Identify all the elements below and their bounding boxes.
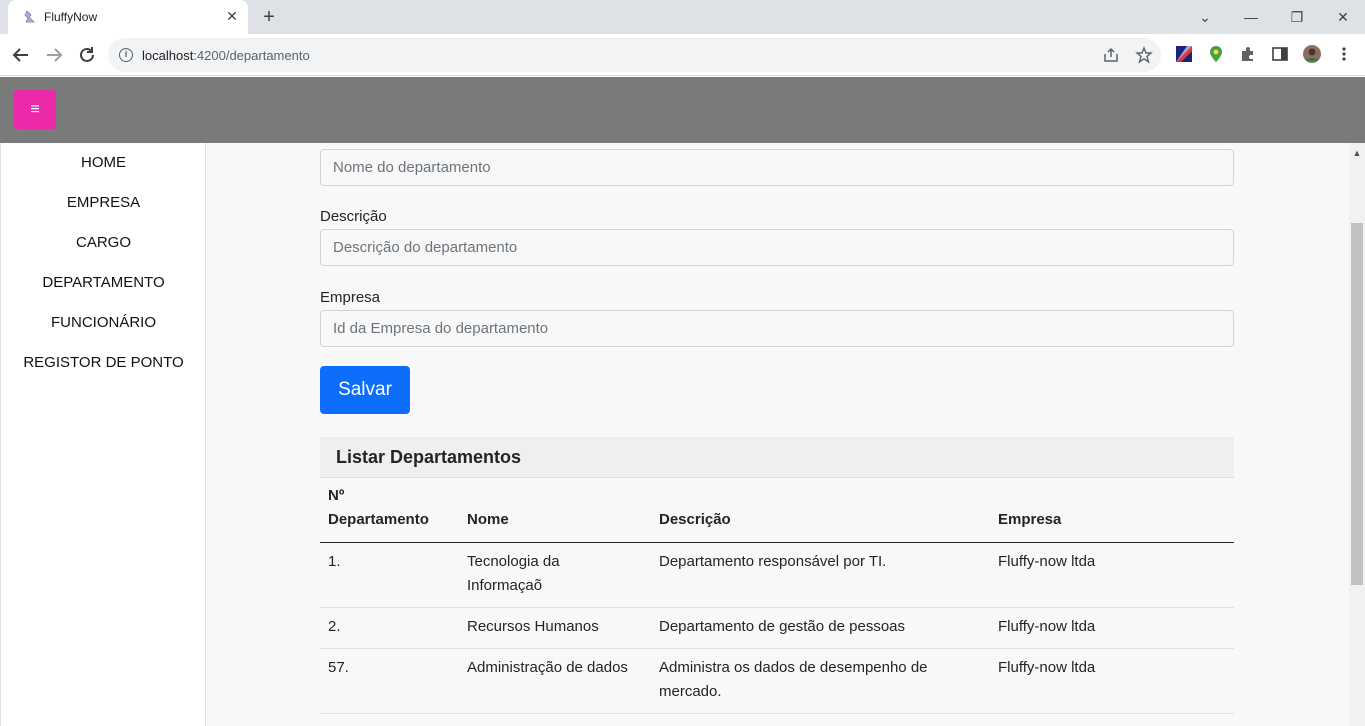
site-info-icon[interactable]: i	[119, 48, 133, 62]
table-head-divider	[320, 542, 1234, 543]
cell-numero: 57.	[328, 659, 349, 676]
back-arrow-icon[interactable]	[9, 43, 33, 67]
column-header-empresa[interactable]: Empresa	[998, 508, 1061, 532]
tab-close-icon[interactable]: ✕	[224, 8, 240, 24]
cell-numero: 2.	[328, 618, 341, 635]
cell-empresa: Fluffy-now ltda	[998, 553, 1096, 570]
cell-descricao: Departamento de gestão de pessoas	[659, 618, 905, 635]
browser-menu-kebab-icon[interactable]	[1335, 45, 1353, 63]
extensions-puzzle-icon[interactable]	[1239, 45, 1257, 63]
descricao-departamento-input[interactable]: Descrição do departamento	[320, 229, 1234, 266]
sidebar-item-departamento[interactable]: DEPARTAMENTO	[1, 274, 206, 291]
tab-title: FluffyNow	[44, 10, 98, 24]
restore-icon[interactable]: ❐	[1286, 6, 1308, 28]
scrollbar-thumb[interactable]	[1351, 223, 1363, 585]
share-icon[interactable]	[1102, 46, 1120, 64]
salvar-button[interactable]: Salvar	[320, 366, 410, 414]
new-tab-icon[interactable]: +	[258, 6, 280, 28]
column-header-numero[interactable]: Nº Departamento	[328, 484, 429, 532]
empresa-label: Empresa	[320, 289, 381, 306]
nome-departamento-input[interactable]: Nome do departamento	[320, 149, 1234, 186]
sidebar-item-cargo[interactable]: CARGO	[1, 234, 206, 251]
cell-numero: 1.	[328, 553, 341, 570]
profile-avatar-icon[interactable]	[1303, 45, 1321, 63]
page-scrollbar[interactable]: ▲	[1349, 143, 1365, 726]
sidebar-nav: HOME EMPRESA CARGO DEPARTAMENTO FUNCIONÁ…	[0, 143, 206, 726]
extension-location-pin-icon[interactable]	[1207, 45, 1225, 63]
main-content: Nome do departamento Descrição Descrição…	[206, 143, 1349, 726]
side-panel-icon[interactable]	[1271, 45, 1289, 63]
bookmark-star-icon[interactable]	[1135, 46, 1153, 64]
cell-nome: Administração de dados	[467, 659, 628, 676]
forward-arrow-icon[interactable]	[42, 43, 66, 67]
scroll-up-arrow-icon[interactable]: ▲	[1349, 145, 1365, 161]
empresa-id-input[interactable]: Id da Empresa do departamento	[320, 310, 1234, 347]
minimize-icon[interactable]: —	[1240, 6, 1262, 28]
column-header-nome[interactable]: Nome	[467, 508, 509, 532]
hamburger-menu-button[interactable]: ≡	[14, 90, 56, 129]
cell-empresa: Fluffy-now ltda	[998, 618, 1096, 635]
app-header: ≡	[0, 77, 1365, 143]
column-header-descricao[interactable]: Descrição	[659, 508, 731, 532]
cell-nome: Tecnologia da Informaçaõ	[467, 553, 560, 594]
close-window-icon[interactable]: ✕	[1332, 6, 1354, 28]
cell-descricao: Departamento responsável por TI.	[659, 553, 887, 570]
hamburger-icon: ≡	[30, 101, 40, 118]
list-title: Listar Departamentos	[336, 447, 522, 467]
fluffynow-favicon-icon	[22, 9, 38, 25]
browser-tabbar: FluffyNow ✕ + ⌄ — ❐ ✕	[0, 0, 1365, 34]
row-divider	[320, 607, 1234, 608]
sidebar-item-empresa[interactable]: EMPRESA	[1, 194, 206, 211]
sidebar-item-registor-de-ponto[interactable]: REGISTOR DE PONTO	[1, 354, 206, 371]
row-divider	[320, 648, 1234, 649]
sidebar-item-home[interactable]: HOME	[1, 154, 206, 171]
cell-empresa: Fluffy-now ltda	[998, 659, 1096, 676]
reload-icon[interactable]	[75, 43, 99, 67]
browser-tab[interactable]: FluffyNow ✕	[8, 0, 248, 34]
browser-toolbar: i localhost:4200/departamento	[0, 34, 1365, 76]
tab-search-chevron-icon[interactable]: ⌄	[1194, 6, 1216, 28]
address-bar[interactable]: i localhost:4200/departamento	[108, 38, 1161, 72]
cell-descricao: Administra os dados de desempenho de mer…	[659, 659, 928, 700]
cell-nome: Recursos Humanos	[467, 618, 599, 635]
extension-flag-icon[interactable]	[1175, 45, 1193, 63]
list-header: Listar Departamentos	[320, 437, 1234, 478]
sidebar-item-funcionario[interactable]: FUNCIONÁRIO	[1, 314, 206, 331]
url-text: localhost:4200/departamento	[142, 48, 310, 63]
descricao-label: Descrição	[320, 208, 387, 225]
row-divider	[320, 713, 1234, 714]
